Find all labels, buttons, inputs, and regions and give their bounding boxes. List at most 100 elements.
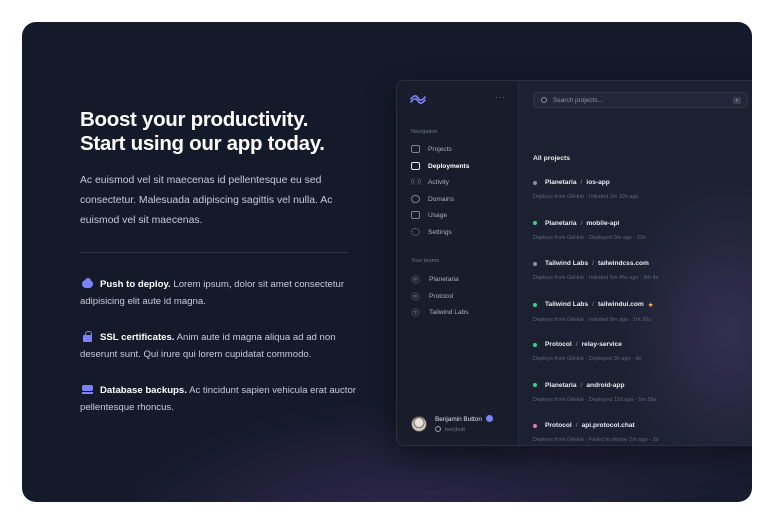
gear-icon (411, 228, 420, 236)
project-name: ios-app (586, 179, 610, 186)
project-meta: Deploys from GitHub · Initiated 1m 32s a… (533, 194, 639, 200)
separator: / (575, 341, 578, 348)
hero-description: Ac euismod vel sit maecenas id pellentes… (80, 175, 333, 226)
team-badge: T (411, 307, 420, 317)
main-content: F All projects Planetaria/ios-appDeploys… (519, 81, 752, 445)
sidebar-team-planetaria[interactable]: P Planetaria (411, 273, 459, 285)
sidebar-item-label: Usage (428, 211, 448, 219)
star-icon: ★ (647, 301, 654, 309)
status-dot-icon (533, 383, 537, 387)
separator: / (592, 260, 594, 267)
project-title: Protocol / relay-service (533, 341, 752, 348)
lock-icon (82, 331, 94, 342)
project-title: Tailwind Labs / tailwindui.com ★ (533, 301, 752, 309)
project-team: Protocol (545, 341, 572, 348)
sidebar-item-domains[interactable]: Domains (411, 193, 454, 205)
sidebar-item-label: Settings (428, 228, 452, 236)
project-row[interactable]: Protocol / relay-service Deploys from GitHu… (533, 341, 752, 362)
feature-database-backups: Database backups. Ac tincidunt sapien ve… (80, 382, 370, 416)
project-row[interactable]: Planetaria / mobile-api Deploys from GitHub… (533, 220, 752, 241)
sidebar-item-label: Projects (428, 145, 452, 153)
project-title: Protocol / api.protocol.chat (533, 422, 752, 429)
signal-icon: ((·)) (411, 179, 421, 185)
project-meta: Deploys from GitHub · Failed to deploy 2… (533, 437, 659, 443)
feature-title: Push to deploy. (100, 279, 171, 290)
sidebar-item-label: Domains (428, 195, 455, 203)
project-row[interactable]: Planetaria / ios-app Deploys from GitHub · … (533, 179, 752, 200)
project-title: Tailwind Labs / tailwindcss.com (533, 260, 752, 267)
more-icon[interactable]: ··· (495, 92, 506, 102)
project-meta: Deploys from GitHub · Initiated 5m 45s a… (533, 275, 659, 281)
feature-title: Database backups. (100, 385, 187, 396)
search-input[interactable] (553, 96, 723, 104)
project-name: android-app (586, 381, 625, 389)
hero-title: Boost your productivity. Start using our… (80, 108, 380, 156)
project-meta: Deploys from GitHub · Deployed 3h ago · … (533, 356, 642, 362)
search-bar[interactable]: F (533, 92, 748, 108)
avatar (411, 416, 427, 432)
server-icon (82, 384, 94, 394)
project-title: Planetaria / ios-app (533, 179, 752, 186)
team-name: Protocol (429, 292, 454, 300)
project-name: tailwindcss.com (597, 260, 649, 267)
project-name: api.protocol.chat (581, 422, 635, 429)
team-badge: P (411, 274, 420, 284)
cloud-upload-icon (82, 278, 94, 288)
project-row[interactable]: Tailwind Labs / tailwindui.com ★ Deploys fro… (533, 301, 752, 323)
globe-icon (411, 195, 420, 203)
hero-title-line-2: Start using our app today. (80, 132, 325, 155)
separator: / (580, 381, 583, 389)
project-title: Planetaria / mobile-api (533, 220, 752, 227)
sidebar-item-projects[interactable]: Projects (411, 143, 452, 155)
sidebar-item-activity[interactable]: ((·)) Activity (411, 176, 449, 188)
sidebar: ··· Navigation Projects Deployments ((·)… (397, 81, 519, 445)
sidebar-item-deployments[interactable]: Deployments (411, 160, 469, 172)
status-dot-icon (533, 221, 537, 225)
keyboard-shortcut: F (733, 97, 741, 104)
project-team: Planetaria (545, 179, 577, 186)
separator: / (580, 179, 583, 186)
sidebar-item-usage[interactable]: Usage (411, 209, 447, 221)
separator: / (580, 219, 583, 227)
project-team: Protocol (545, 422, 572, 429)
status-dot-icon (533, 302, 537, 307)
status-dot-icon (533, 423, 537, 428)
project-row[interactable]: Tailwind Labs / tailwindcss.com Deploys fro… (533, 260, 752, 281)
project-name: mobile-api (586, 219, 620, 227)
project-meta: Deploys from GitHub · Initiated 8m ago ·… (533, 316, 651, 323)
user-name: Benjamin Button (435, 416, 482, 423)
user-profile[interactable]: Benjamin Button benjbutt (411, 415, 493, 433)
chart-icon (411, 211, 420, 219)
github-icon (435, 426, 441, 432)
status-dot-icon (533, 261, 537, 266)
sidebar-item-settings[interactable]: Settings (411, 226, 452, 238)
project-row[interactable]: Planetaria / android-app Deploys from GitHu… (533, 382, 752, 403)
project-row[interactable]: Protocol / api.protocol.chat Deploys from G… (533, 422, 752, 443)
sidebar-team-protocol[interactable]: P Protocol (411, 290, 453, 302)
server-icon (411, 162, 420, 170)
status-dot-icon (533, 180, 537, 185)
sidebar-item-label: Activity (428, 178, 449, 186)
user-handle: benjbutt (445, 427, 465, 433)
team-name: Tailwind Labs (429, 308, 469, 316)
sidebar-item-label: Deployments (428, 162, 470, 170)
search-icon (541, 97, 547, 103)
project-meta: Deploys from GitHub · Deployed 12d ago ·… (533, 396, 657, 403)
separator: / (592, 301, 594, 308)
separator: / (575, 422, 578, 429)
hero-panel: Boost your productivity. Start using our… (22, 22, 752, 502)
project-team: Tailwind Labs (545, 260, 589, 267)
project-team: Planetaria (545, 381, 577, 389)
feature-title: SSL certificates. (100, 332, 175, 343)
status-dot-icon (533, 342, 537, 347)
folder-icon (411, 145, 420, 153)
projects-heading: All projects (533, 155, 571, 162)
hero-title-line-1: Boost your productivity. (80, 108, 309, 131)
sidebar-team-tailwind-labs[interactable]: T Tailwind Labs (411, 306, 469, 318)
project-team: Planetaria (545, 219, 577, 227)
navigation-label: Navigation (411, 129, 438, 135)
divider (80, 252, 348, 253)
project-name: relay-service (581, 341, 622, 348)
app-window: ··· Navigation Projects Deployments ((·)… (396, 80, 752, 446)
teams-label: Your teams (411, 258, 440, 264)
